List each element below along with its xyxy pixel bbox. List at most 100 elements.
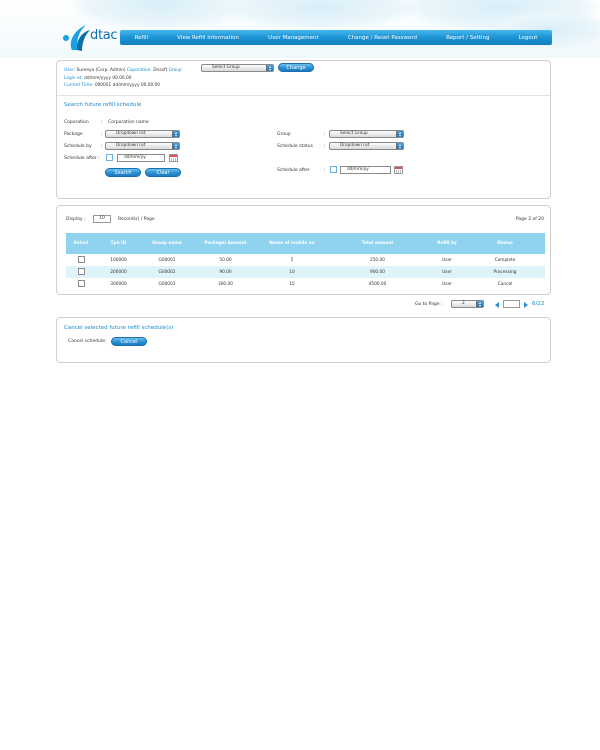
schedule-by-select-value: Dropdown list: [116, 143, 146, 148]
package-select-value: Dropdown list: [116, 131, 146, 136]
cell-package-amount: 90.00: [193, 266, 258, 278]
cell-refill-by: User: [429, 266, 465, 278]
corp-value: Dnsoft: [153, 68, 168, 73]
results-panel: Display : 10 Record(s) / Page Page 2 of …: [56, 205, 551, 295]
corporation-label: Coporation: [64, 120, 89, 125]
schedule-after-right-label: Schedule after: [277, 168, 310, 173]
search-button[interactable]: Search: [105, 168, 141, 177]
divider: [57, 95, 550, 96]
page-count: 6/22: [532, 301, 545, 307]
cell-group-name: G00003: [141, 278, 193, 290]
dropdown-arrow-icon: [172, 143, 179, 149]
col-tpn-id: Tpn ID: [96, 233, 141, 254]
row-select-checkbox[interactable]: [77, 279, 85, 287]
change-button[interactable]: Change: [278, 63, 314, 72]
cell-tpn-id: 200000: [96, 266, 141, 278]
nav-user-management[interactable]: User Management: [268, 35, 319, 41]
cell-refill-by: User: [429, 278, 465, 290]
nav-view-refill-info[interactable]: View Refill Information: [177, 35, 239, 41]
schedule-after-checkbox[interactable]: [106, 154, 113, 161]
cell-status: Complete: [465, 254, 545, 266]
calendar-icon[interactable]: [169, 154, 178, 162]
display-label: Display :: [66, 217, 86, 222]
dropdown-arrow-icon: [396, 131, 403, 137]
cell-mobile-count: 5: [258, 254, 326, 266]
prev-page-icon[interactable]: [495, 302, 499, 308]
group-label: Group: [168, 68, 182, 73]
page-info: Page 2 of 20: [515, 217, 544, 222]
schedule-status-select[interactable]: Dropdown list: [329, 142, 404, 150]
table-row: 100000 G00001 50.00 5 250.00 User Comple…: [66, 254, 545, 266]
page-number-input[interactable]: [503, 300, 520, 308]
colon: :: [324, 144, 326, 149]
nav-refill[interactable]: Refill: [135, 35, 148, 41]
dropdown-arrow-icon: [266, 65, 273, 71]
cell-total-amount: 4500.00: [326, 278, 429, 290]
col-total-amount: Total amount: [326, 233, 429, 254]
colon: :: [101, 144, 103, 149]
cell-tpn-id: 300000: [96, 278, 141, 290]
next-page-icon[interactable]: [524, 302, 528, 308]
package-select[interactable]: Dropdown list: [105, 130, 180, 138]
schedule-by-select[interactable]: Dropdown list: [105, 142, 180, 150]
cell-status: Processing: [465, 266, 545, 278]
user-label: User:: [64, 68, 76, 73]
nav-report-setting[interactable]: Report / Setting: [446, 35, 489, 41]
colon: :: [101, 132, 103, 137]
cancel-schedule-label: Cancel schedule:: [68, 339, 107, 344]
login-label: Login at:: [64, 75, 83, 81]
group-filter-select-value: Select Group: [340, 131, 368, 136]
cell-total-amount: 900.00: [326, 266, 429, 278]
cancel-panel: Cancel selected future refill schedule(s…: [56, 317, 551, 363]
colon: :: [324, 168, 326, 173]
table-row: 300000 G00003 300.00 15 4500.00 User Can…: [66, 278, 545, 290]
results-table: Select Tpn ID Group name Package/ Amount…: [66, 233, 545, 290]
table-header-row: Select Tpn ID Group name Package/ Amount…: [66, 233, 545, 254]
col-group-name: Group name: [141, 233, 193, 254]
schedule-status-select-value: Dropdown list: [340, 143, 370, 148]
cell-total-amount: 250.00: [326, 254, 429, 266]
display-suffix: Record(s) / Page: [118, 217, 155, 222]
login-value: dd/mm/yyyy 00.00.00: [84, 75, 132, 81]
calendar-icon[interactable]: [394, 166, 403, 174]
group-filter-select[interactable]: Select Group: [329, 130, 404, 138]
user-value: Sureeya (Corp. Admin): [76, 68, 126, 73]
cell-package-amount: 300.00: [193, 278, 258, 290]
schedule-after-right-checkbox[interactable]: [330, 166, 337, 173]
display-count-input[interactable]: 10: [93, 215, 111, 223]
goto-page-select[interactable]: 2: [451, 300, 484, 308]
schedule-after-label: Schedule after :: [64, 156, 100, 161]
dropdown-arrow-icon: [476, 301, 483, 307]
schedule-by-label: Schedule by: [64, 144, 92, 149]
package-label: Package: [64, 132, 83, 137]
corp-label: Coporation:: [126, 68, 152, 73]
clear-button[interactable]: Clear: [145, 168, 181, 177]
main-nav: Refill View Refill Information User Mana…: [120, 30, 552, 45]
time-value: 000001 dd/mm/yyyy 00.00.00: [94, 83, 161, 88]
cell-group-name: G00001: [141, 254, 193, 266]
col-mobile-count: Name of mobile no: [258, 233, 326, 254]
cell-tpn-id: 100000: [96, 254, 141, 266]
group-select[interactable]: Select Group: [201, 64, 274, 72]
col-package-amount: Package/ Amount: [193, 233, 258, 254]
header: dtac Refill View Refill Information User…: [0, 0, 600, 58]
row-select-checkbox[interactable]: [77, 255, 85, 263]
nav-logout[interactable]: Logout: [519, 35, 538, 41]
schedule-after-right-date-input[interactable]: dd/mm/yy: [340, 166, 391, 174]
nav-change-password[interactable]: Change / Reset Password: [348, 35, 417, 41]
colon: :: [324, 132, 326, 137]
group-filter-label: Group: [277, 132, 291, 137]
search-title: Search future refill schedule: [64, 102, 142, 108]
dropdown-arrow-icon: [172, 131, 179, 137]
cancel-button[interactable]: Cancel: [111, 337, 147, 346]
row-select-checkbox[interactable]: [77, 267, 85, 275]
cell-refill-by: User: [429, 254, 465, 266]
cell-package-amount: 50.00: [193, 254, 258, 266]
schedule-after-date-input[interactable]: dd/mm/yy: [117, 154, 165, 162]
dropdown-arrow-icon: [396, 143, 403, 149]
goto-page-label: Go to Page :: [415, 302, 443, 307]
user-info: User: Sureeya (Corp. Admin) Coporation: …: [64, 67, 182, 90]
group-select-value: Select Group: [212, 65, 240, 70]
cell-mobile-count: 10: [258, 266, 326, 278]
cell-status: Cancel: [465, 278, 545, 290]
